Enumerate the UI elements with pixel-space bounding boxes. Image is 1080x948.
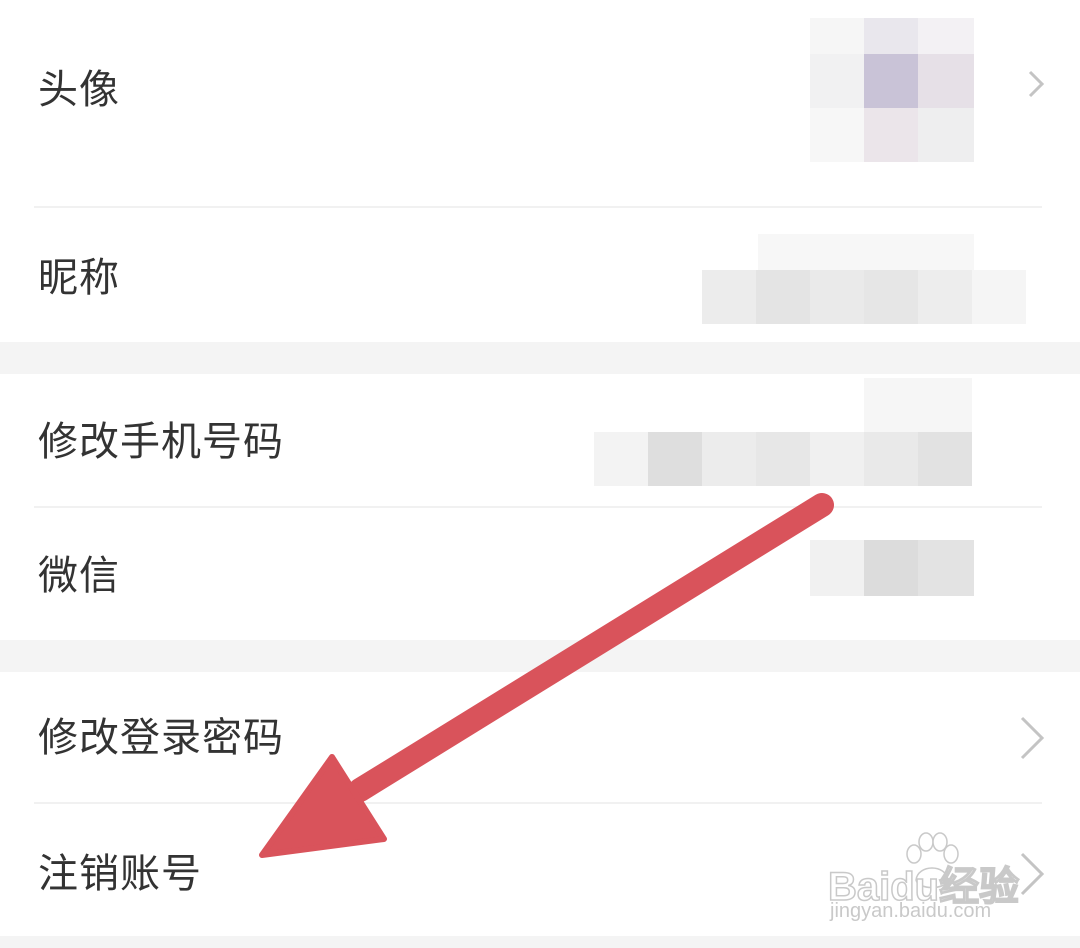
chevron-right-icon[interactable] <box>1014 712 1050 764</box>
chevron-right-icon <box>1028 70 1045 98</box>
wechat-label: 微信 <box>38 553 120 599</box>
settings-row-wechat[interactable]: 微信 <box>0 508 1080 640</box>
change-phone-label: 修改手机号码 <box>38 419 284 465</box>
watermark-url: jingyan.baidu.com <box>830 900 992 922</box>
bottom-gap <box>0 936 1080 948</box>
settings-row-avatar[interactable]: 头像 <box>0 0 1080 206</box>
nickname-label: 昵称 <box>38 255 120 301</box>
settings-row-nickname[interactable]: 昵称 <box>0 208 1080 342</box>
settings-row-change-phone[interactable]: 修改手机号码 <box>0 374 1080 506</box>
cancel-account-label: 注销账号 <box>38 851 202 897</box>
avatar-label: 头像 <box>38 67 120 113</box>
avatar-image <box>810 18 974 162</box>
nickname-value <box>702 234 1026 324</box>
section-gap <box>0 640 1080 672</box>
change-password-label: 修改登录密码 <box>38 715 284 761</box>
baidu-jingyan-watermark: Baidu经验 jingyan.baidu.com <box>827 832 1028 932</box>
phone-number-value <box>594 378 974 486</box>
section-gap <box>0 342 1080 374</box>
settings-row-change-password[interactable]: 修改登录密码 <box>0 672 1080 802</box>
wechat-value <box>810 540 974 596</box>
